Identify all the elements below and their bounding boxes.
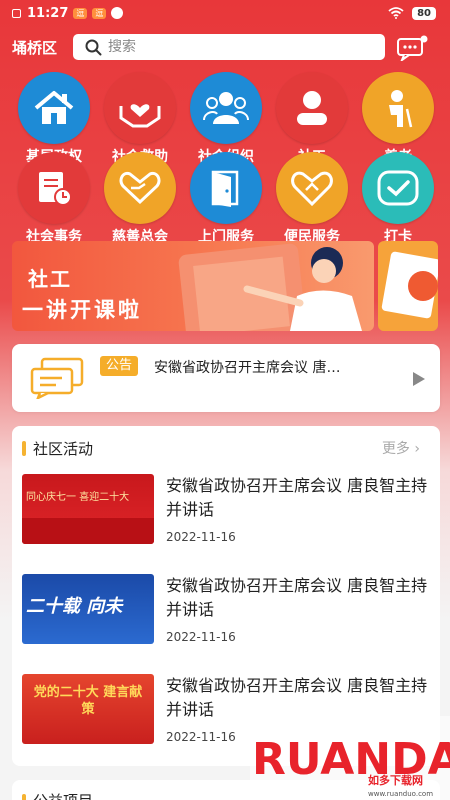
heart-hands-icon: [276, 152, 348, 224]
site-watermark: RUANDADO 如多下载网 www.ruanduo.com: [250, 716, 450, 800]
document-clock-icon: [18, 152, 90, 224]
promo-banner-next[interactable]: [378, 241, 438, 331]
announcement-bar[interactable]: 公告 安徽省政协召开主席会议 唐…: [12, 344, 440, 412]
grid-item-social-affairs[interactable]: 社会事务: [14, 152, 94, 246]
search-bar[interactable]: [73, 34, 385, 60]
hands-heart-icon: [104, 72, 176, 144]
banner-subtitle: 一讲开课啦: [22, 298, 142, 322]
activity-thumbnail: 党的二十大 建言献策: [22, 674, 154, 744]
more-label: 更多: [381, 441, 410, 457]
community-activities: 社区活动 更多 › 同心庆七一 喜迎二十大 安徽省政协召开主席会议 唐良智主持并…: [12, 426, 440, 766]
message-icon[interactable]: [396, 35, 430, 61]
announcement-text[interactable]: 安徽省政协召开主席会议 唐…: [154, 357, 340, 377]
chevron-right-icon: ›: [414, 441, 420, 457]
announcement-tag: 公告: [100, 356, 139, 376]
recorder-icon: [12, 8, 21, 18]
people-group-icon: [190, 72, 262, 144]
notification-badge: 逗: [92, 7, 107, 19]
tablet-illustration: [178, 243, 362, 331]
status-time: 11:27: [27, 5, 69, 21]
banner-decoration: [408, 271, 438, 301]
activity-title: 安徽省政协召开主席会议 唐良智主持并讲话: [166, 476, 428, 519]
watermark-logo: RUANDADO 如多下载网 www.ruanduo.com: [250, 716, 450, 800]
grid-item-door-service[interactable]: 上门服务: [186, 152, 266, 246]
section-title: 社区活动: [33, 440, 94, 458]
app-screen: 11:27 逗 逗 80 埇桥区 搜索 社会事务 慈善总会 上门服务 便民服务 …: [0, 0, 450, 800]
person-icon: [276, 72, 348, 144]
search-input[interactable]: [108, 39, 358, 55]
grid-item-checkin[interactable]: 打卡: [358, 152, 438, 246]
section-accent-bar: [22, 441, 26, 456]
status-bar: 11:27 逗 逗 80: [0, 0, 450, 26]
checkmark-icon: [362, 152, 434, 224]
elder-icon: [362, 72, 434, 144]
door-icon: [190, 152, 262, 224]
watermark-subtitle: 如多下载网: [368, 773, 423, 787]
grid-item-convenience[interactable]: 便民服务: [272, 152, 352, 246]
heart-hands-icon: [104, 152, 176, 224]
thumbnail-caption: 同心庆七一 喜迎二十大: [26, 492, 130, 503]
activity-thumbnail: 二十载 向未: [22, 574, 154, 644]
search-icon: [85, 39, 102, 55]
notification-badge: 逗: [73, 7, 88, 19]
activity-date: 2022-11-16: [166, 530, 236, 544]
play-arrow-icon[interactable]: [412, 371, 426, 387]
activity-item[interactable]: 同心庆七一 喜迎二十大 安徽省政协召开主席会议 唐良智主持并讲话 2022-11…: [12, 474, 440, 564]
watermark-url: www.ruanduo.com: [368, 790, 433, 798]
top-header: 埇桥区: [0, 33, 450, 61]
battery-indicator: 80: [412, 6, 436, 20]
section-title: 公益项目: [33, 790, 93, 800]
activity-title: 安徽省政协召开主席会议 唐良智主持并讲话: [166, 676, 428, 719]
section-header: 社区活动 更多 ›: [12, 426, 440, 468]
promo-banner[interactable]: 社工 一讲开课啦: [12, 241, 374, 331]
activity-date: 2022-11-16: [166, 730, 236, 744]
activity-item[interactable]: 二十载 向未 安徽省政协召开主席会议 唐良智主持并讲话 2022-11-16: [12, 574, 440, 664]
house-icon: [18, 72, 90, 144]
grid-item-charity[interactable]: 慈善总会: [100, 152, 180, 246]
more-link[interactable]: 更多 ›: [382, 438, 420, 458]
thumbnail-caption: 二十载 向未: [26, 596, 123, 617]
banner-title: 社工: [28, 267, 72, 291]
thumbnail-caption: 党的二十大 建言献策: [33, 685, 143, 717]
activity-thumbnail: 同心庆七一 喜迎二十大: [22, 474, 154, 544]
chat-bubble-icon: [30, 357, 84, 399]
section-accent-bar: [22, 794, 26, 800]
activity-title: 安徽省政协召开主席会议 唐良智主持并讲话: [166, 576, 428, 619]
activity-date: 2022-11-16: [166, 630, 236, 644]
app-notification-icon: [111, 7, 124, 19]
location-selector[interactable]: 埇桥区: [12, 37, 57, 58]
wifi-icon: [388, 7, 404, 19]
thumbnail-stripe: [22, 518, 154, 544]
